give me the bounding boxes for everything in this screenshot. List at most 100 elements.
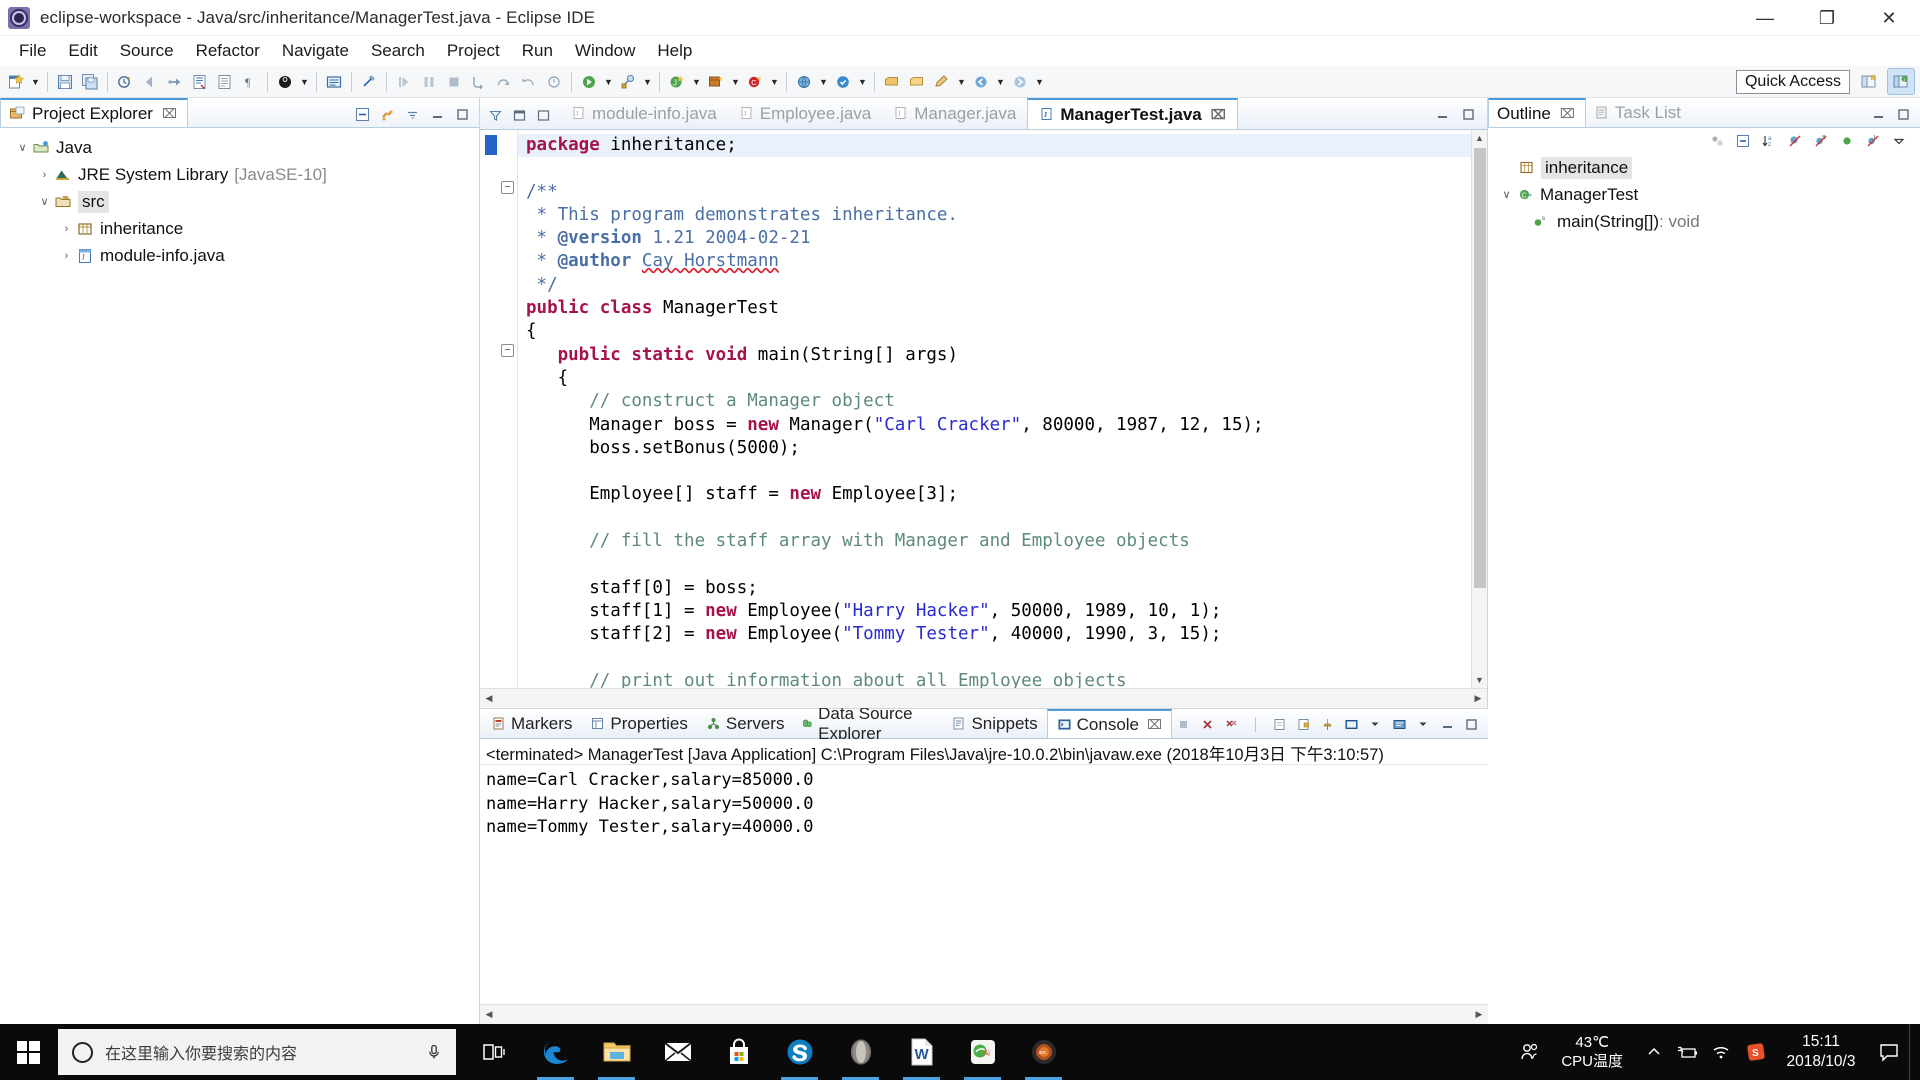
project-tree[interactable]: ∨ Java › JRE System Library [JavaSE-10] <box>0 128 479 1024</box>
close-icon[interactable]: ⌧ <box>1147 717 1162 733</box>
back-icon[interactable] <box>138 70 162 94</box>
console-dropdown-icon[interactable] <box>1364 714 1386 734</box>
tab-servers[interactable]: Servers <box>697 709 794 738</box>
minimize-editor-area-icon[interactable] <box>1431 104 1453 124</box>
new-class-dropdown-icon[interactable]: ▼ <box>768 70 781 94</box>
clear-console-icon[interactable] <box>1268 714 1290 734</box>
scroll-right-icon[interactable]: ▶ <box>1469 690 1487 708</box>
external-tools-icon[interactable] <box>616 70 640 94</box>
skype-icon[interactable] <box>769 1024 830 1080</box>
task-view-icon[interactable] <box>464 1024 525 1080</box>
fold-collapse-icon[interactable]: − <box>501 181 514 194</box>
editor-horizontal-scrollbar[interactable]: ◀ ▶ <box>480 688 1487 708</box>
step-over-icon[interactable] <box>492 70 516 94</box>
twisty-icon[interactable]: ∨ <box>36 195 53 208</box>
collapse-all-icon[interactable] <box>351 104 373 124</box>
menu-source[interactable]: Source <box>109 38 185 64</box>
tab-console[interactable]: Console ⌧ <box>1046 709 1172 738</box>
show-hidden-icons[interactable] <box>1637 1024 1671 1080</box>
folding-gutter[interactable]: − − <box>480 130 518 688</box>
scroll-right-icon[interactable]: ▶ <box>1470 1006 1488 1024</box>
focus-icon[interactable] <box>1706 131 1728 151</box>
editor-tab-manager[interactable]: J Manager.java <box>882 98 1027 129</box>
windows-start-icon[interactable] <box>0 1024 56 1080</box>
show-desktop-button[interactable] <box>1909 1024 1916 1080</box>
open-task-icon[interactable] <box>831 70 855 94</box>
editor-tab-managertest[interactable]: J ManagerTest.java ⌧ <box>1027 98 1238 129</box>
java-perspective-button[interactable]: J <box>1887 68 1915 95</box>
menu-help[interactable]: Help <box>646 38 703 64</box>
open-perspective-button[interactable] <box>1856 69 1882 94</box>
minimize-console-icon[interactable] <box>1436 714 1458 734</box>
terminate-icon[interactable] <box>442 70 466 94</box>
menu-run[interactable]: Run <box>511 38 564 64</box>
tab-properties[interactable]: Properties <box>581 709 696 738</box>
last-edit-dropdown-icon[interactable]: ▼ <box>955 70 968 94</box>
tab-data-source-explorer[interactable]: Data Source Explorer <box>793 704 942 743</box>
microsoft-store-icon[interactable] <box>708 1024 769 1080</box>
back-history-icon[interactable] <box>969 70 993 94</box>
new-package-icon[interactable] <box>704 70 728 94</box>
twisty-icon[interactable]: › <box>58 223 75 235</box>
close-icon[interactable]: ⌧ <box>1560 106 1575 122</box>
open-type-icon[interactable] <box>213 70 237 94</box>
view-menu-icon[interactable] <box>401 104 423 124</box>
last-edit-location-icon[interactable] <box>930 70 954 94</box>
code-editor[interactable]: − − package inheritance; /** * This prog… <box>480 130 1487 688</box>
maximize-view-icon[interactable] <box>451 104 473 124</box>
close-icon[interactable]: ⌧ <box>1211 107 1226 123</box>
show-whitespace-icon[interactable]: ¶ <box>238 70 262 94</box>
debug-dropdown-icon[interactable]: ▼ <box>298 70 311 94</box>
menu-edit[interactable]: Edit <box>57 38 108 64</box>
mail-icon[interactable] <box>647 1024 708 1080</box>
next-annotation-icon[interactable] <box>905 70 929 94</box>
twisty-icon[interactable]: › <box>58 250 75 262</box>
remove-all-launches-icon[interactable] <box>1220 714 1242 734</box>
collapse-all-icon[interactable] <box>1732 131 1754 151</box>
eclipse-taskbar-icon[interactable]: IDE <box>1013 1024 1074 1080</box>
menu-window[interactable]: Window <box>564 38 646 64</box>
new-wizard-dropdown-icon[interactable]: ▼ <box>29 70 42 94</box>
editor-tab-module-info[interactable]: J module-info.java <box>560 98 728 129</box>
maximize-button[interactable]: ❐ <box>1796 0 1858 36</box>
sogou-input-icon[interactable]: S <box>1739 1024 1773 1080</box>
new-wizard-icon[interactable] <box>4 70 28 94</box>
minimize-view-icon[interactable] <box>1867 104 1889 124</box>
terminate-console-icon[interactable] <box>1172 714 1194 734</box>
open-task-dropdown-icon[interactable]: ▼ <box>856 70 869 94</box>
outline-row-inheritance[interactable]: inheritance <box>1488 154 1920 181</box>
new-package-dropdown-icon[interactable]: ▼ <box>729 70 742 94</box>
console-view-menu-icon[interactable] <box>1412 714 1434 734</box>
new-class-icon[interactable]: C <box>743 70 767 94</box>
run-last-tool-icon[interactable] <box>577 70 601 94</box>
microphone-icon[interactable] <box>424 1043 444 1061</box>
forward-jump-icon[interactable] <box>163 70 187 94</box>
menu-file[interactable]: File <box>8 38 57 64</box>
minimize-view-icon[interactable] <box>426 104 448 124</box>
pin-console-icon[interactable] <box>1316 714 1338 734</box>
outline-tree[interactable]: inheritance ∨ C ManagerTest s main(Strin… <box>1488 154 1920 1024</box>
console-horizontal-scrollbar[interactable]: ◀ ▶ <box>480 1004 1488 1024</box>
open-declaration-icon[interactable] <box>188 70 212 94</box>
build-icon[interactable] <box>113 70 137 94</box>
new-java-dropdown-icon[interactable]: ▼ <box>690 70 703 94</box>
save-all-icon[interactable] <box>78 70 102 94</box>
tab-outline[interactable]: Outline ⌧ <box>1488 98 1586 127</box>
debug-icon[interactable] <box>273 70 297 94</box>
menu-navigate[interactable]: Navigate <box>271 38 360 64</box>
tab-snippets[interactable]: Snippets <box>942 709 1046 738</box>
remove-launch-icon[interactable] <box>1196 714 1218 734</box>
suspend-icon[interactable] <box>417 70 441 94</box>
previous-annotation-icon[interactable] <box>880 70 904 94</box>
tree-row-java[interactable]: ∨ Java <box>0 134 479 161</box>
twisty-icon[interactable]: ∨ <box>1498 188 1515 201</box>
power-battery-icon[interactable] <box>1671 1024 1705 1080</box>
new-java-project-icon[interactable]: J <box>665 70 689 94</box>
outline-row-main-method[interactable]: s main(String[]) : void <box>1488 208 1920 235</box>
link-with-editor-icon[interactable] <box>376 104 398 124</box>
network-icon[interactable] <box>1705 1024 1739 1080</box>
hide-static-icon[interactable]: S <box>1810 131 1832 151</box>
drop-to-frame-icon[interactable] <box>542 70 566 94</box>
display-selected-console-icon[interactable] <box>1340 714 1362 734</box>
hide-local-icon[interactable]: L <box>1862 131 1884 151</box>
